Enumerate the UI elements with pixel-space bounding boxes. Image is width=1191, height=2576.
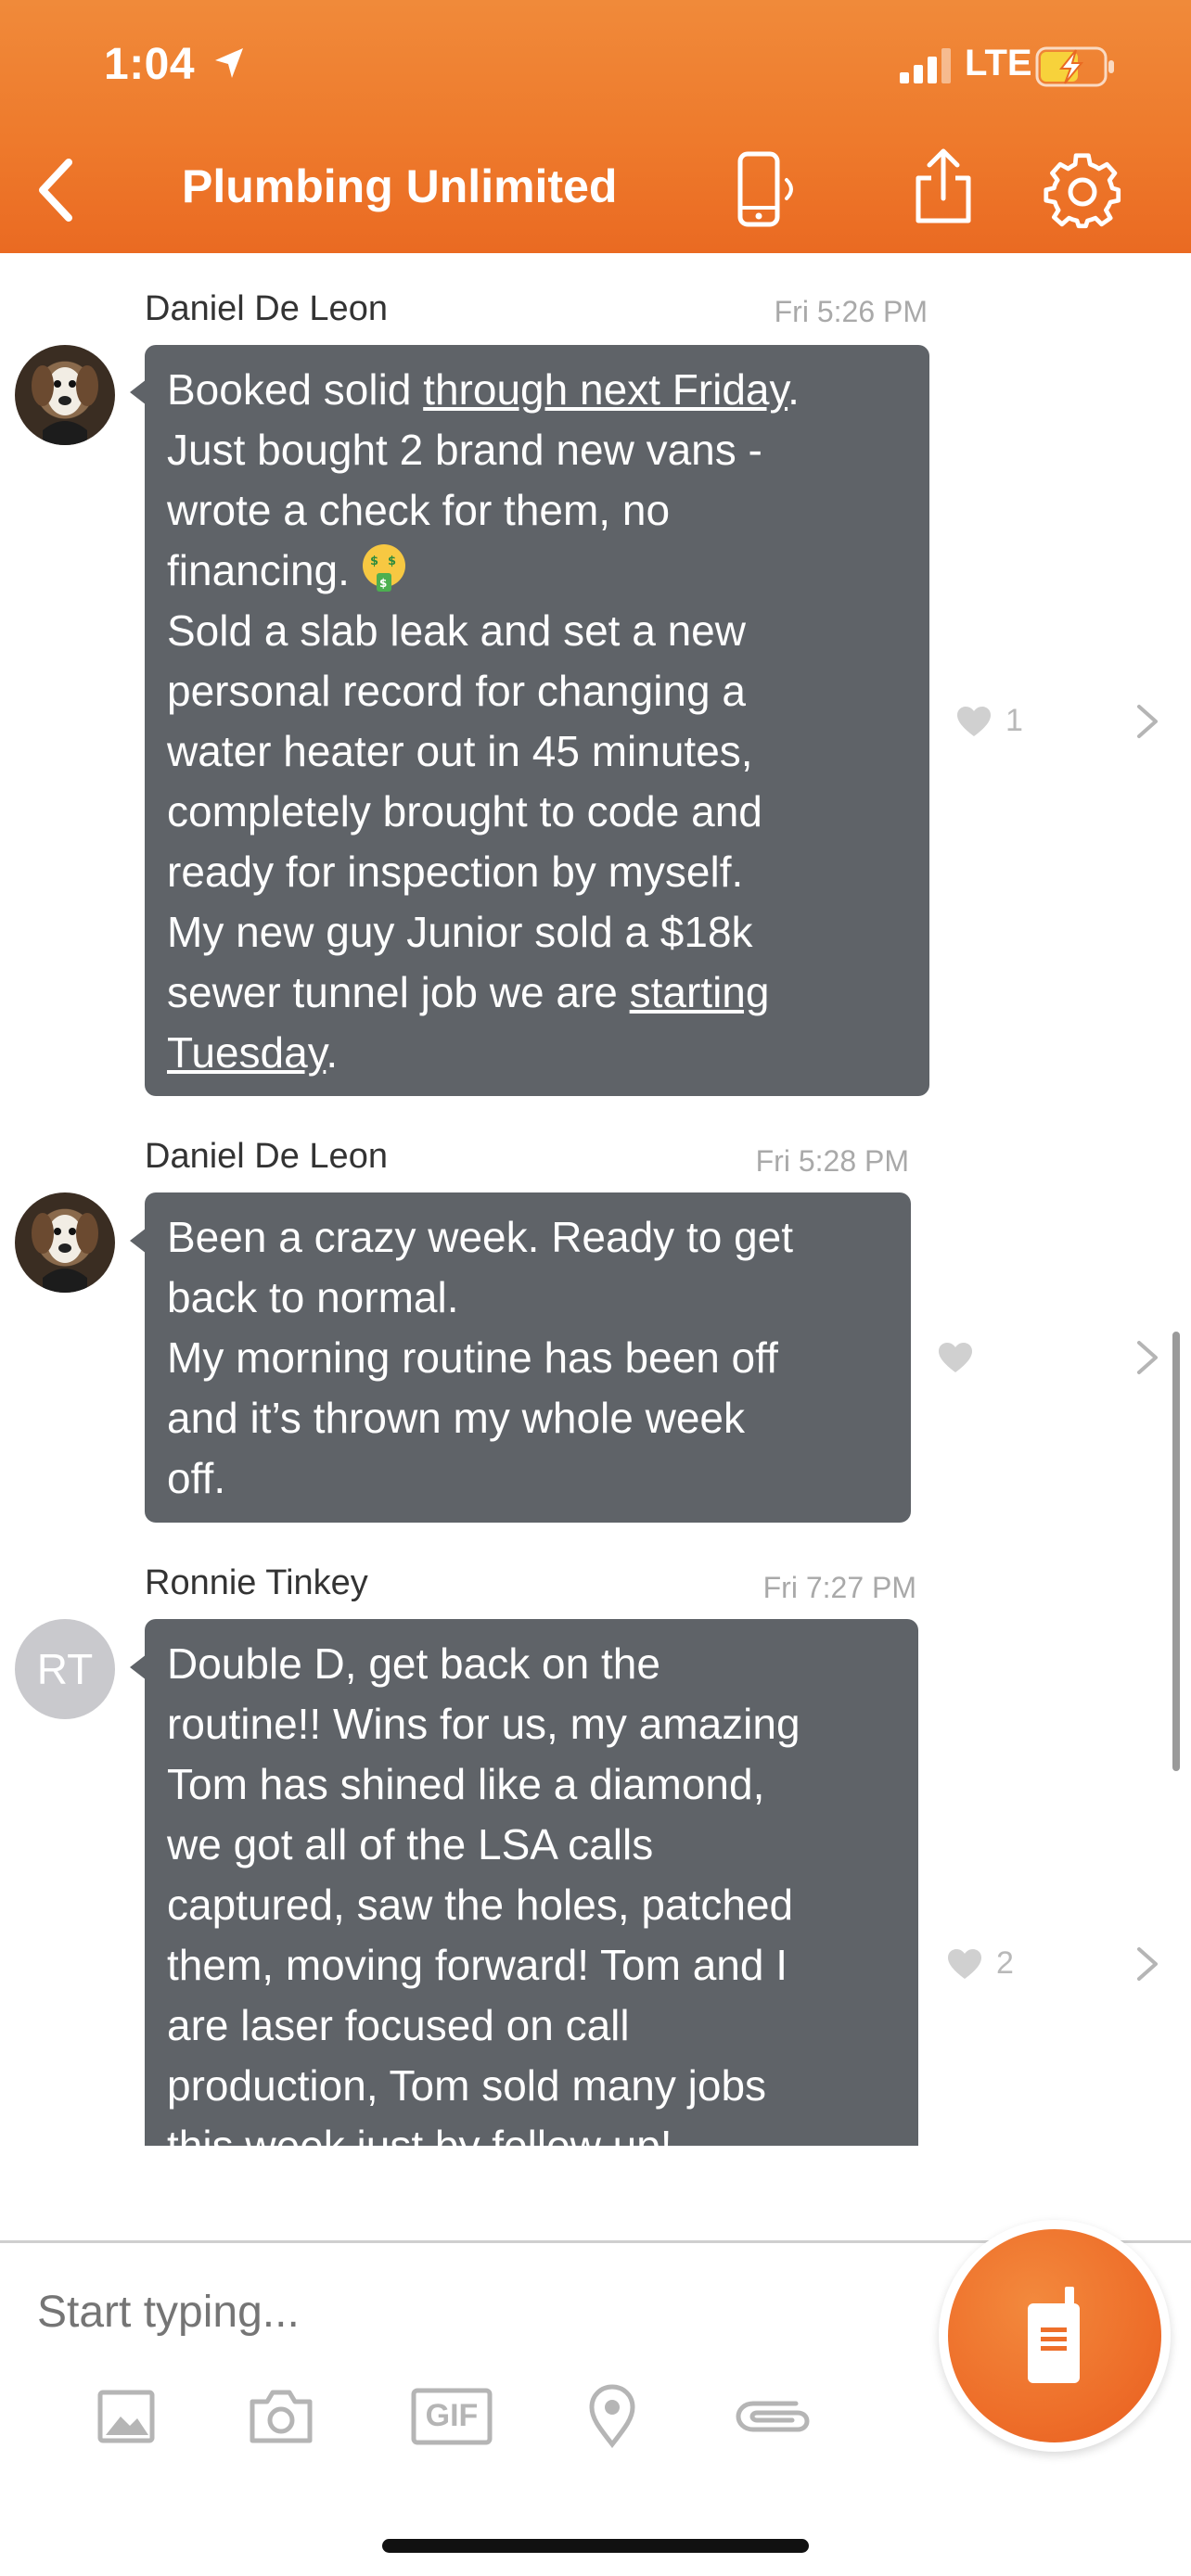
message-line: captured, saw the holes, patched — [167, 1881, 794, 1929]
date-link[interactable]: Tuesday — [167, 1028, 326, 1077]
like-button[interactable] — [937, 1341, 987, 1374]
message-line: Been a crazy week. Ready to get — [167, 1213, 794, 1261]
money-mouth-face-emoji: $ $ $ — [362, 544, 405, 592]
status-time: 1:04 — [104, 40, 196, 89]
page-title: Plumbing Unlimited — [182, 160, 618, 212]
message-line: completely brought to code and — [167, 787, 762, 835]
walkie-talkie-icon — [1028, 2287, 1080, 2383]
back-chevron-icon[interactable] — [28, 153, 83, 227]
phone-ring-icon[interactable] — [733, 150, 807, 230]
gear-icon[interactable] — [1043, 150, 1122, 230]
camera-icon[interactable] — [247, 2383, 315, 2448]
location-arrow-icon — [215, 48, 243, 78]
message-timestamp: Fri 5:26 PM — [774, 295, 928, 328]
like-button[interactable]: 2 — [946, 1945, 1014, 1982]
image-icon[interactable] — [96, 2383, 156, 2448]
message-bubble[interactable]: Double D, get back on the routine!! Wins… — [145, 1619, 918, 2146]
message-line: water heater out in 45 minutes, — [167, 727, 753, 775]
message-line: are laser focused on call — [167, 2001, 630, 2049]
heart-icon — [948, 1948, 981, 1979]
location-pin-icon[interactable] — [586, 2383, 638, 2448]
sender-name: Daniel De Leon — [145, 289, 388, 328]
message-line: personal record for changing a — [167, 667, 746, 715]
signal-icon — [900, 48, 951, 83]
svg-text:$: $ — [388, 555, 396, 568]
message-line: production, Tom sold many jobs — [167, 2061, 767, 2110]
message-line: My new guy Junior sold a $18k — [167, 908, 753, 956]
message-line: sewer tunnel job we are starting — [167, 968, 770, 1016]
dog-avatar-photo — [32, 1213, 98, 1293]
avatar[interactable]: RT — [15, 1619, 115, 1719]
sender-name: Daniel De Leon — [145, 1137, 388, 1176]
chevron-right-icon[interactable] — [1133, 1944, 1161, 1984]
message-line: My morning routine has been off — [167, 1333, 778, 1382]
date-link[interactable]: starting — [630, 968, 770, 1016]
gif-icon[interactable]: GIF — [410, 2383, 493, 2448]
like-button[interactable]: 1 — [955, 703, 1023, 739]
like-count: 1 — [1005, 703, 1023, 738]
message-line: off. — [167, 1454, 226, 1502]
message-line: Booked solid through next Friday. — [167, 365, 800, 414]
message-timestamp: Fri 5:28 PM — [755, 1144, 909, 1178]
message-line: and it’s thrown my whole week — [167, 1394, 745, 1442]
network-type: LTE — [965, 43, 1032, 83]
fab-circle — [948, 2229, 1161, 2442]
like-count: 2 — [996, 1945, 1014, 1981]
message-line: them, moving forward! Tom and I — [167, 1941, 788, 1989]
message-line: we got all of the LSA calls — [167, 1820, 654, 1868]
message-line: financing. $ $ $ — [167, 541, 907, 601]
message-line: Just bought 2 brand new vans - — [167, 426, 762, 474]
message-timestamp: Fri 7:27 PM — [762, 1571, 916, 1604]
message-line: Double D, get back on the — [167, 1639, 660, 1688]
home-indicator[interactable] — [382, 2539, 809, 2553]
message-bubble[interactable]: Booked solid through next Friday. Just b… — [145, 345, 929, 1096]
avatar[interactable] — [15, 1192, 115, 1293]
date-link[interactable]: through next Friday — [423, 365, 788, 414]
share-icon[interactable] — [911, 147, 976, 226]
message-input[interactable] — [37, 2279, 909, 2344]
message-line: this week just by follow up! — [167, 2122, 672, 2146]
compose-fab-button[interactable] — [939, 2220, 1171, 2452]
message-line: Tom has shined like a diamond, — [167, 1760, 765, 1808]
battery-charging-icon — [1035, 46, 1114, 87]
heart-icon — [939, 1343, 972, 1372]
dog-avatar-photo — [32, 365, 98, 445]
message-line: Tuesday. — [167, 1028, 339, 1077]
message-line: ready for inspection by myself. — [167, 848, 744, 896]
chevron-right-icon[interactable] — [1133, 701, 1161, 742]
header: 1:04 LTE Plumbing Unlimited — [0, 0, 1191, 253]
message-line: routine!! Wins for us, my amazing — [167, 1700, 800, 1748]
paperclip-icon[interactable] — [731, 2383, 811, 2448]
message-line: back to normal. — [167, 1273, 459, 1321]
heart-icon — [957, 706, 991, 736]
avatar[interactable] — [15, 345, 115, 445]
svg-text:$: $ — [370, 555, 378, 568]
message-bubble[interactable]: Been a crazy week. Ready to get back to … — [145, 1192, 911, 1523]
message-line: wrote a check for them, no — [167, 486, 671, 534]
gif-label: GIF — [425, 2398, 479, 2433]
scrollbar[interactable] — [1172, 1332, 1180, 1771]
chevron-right-icon[interactable] — [1133, 1337, 1161, 1378]
message-line: Sold a slab leak and set a new — [167, 606, 746, 655]
svg-text:$: $ — [379, 577, 387, 590]
sender-name: Ronnie Tinkey — [145, 1563, 368, 1602]
